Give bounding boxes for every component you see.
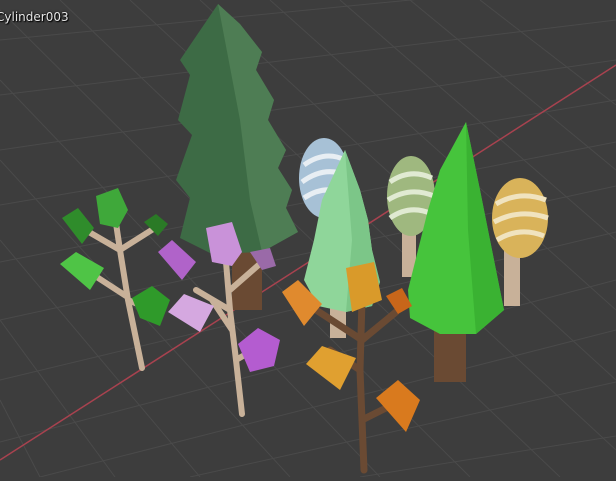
orange-leaf-cube-5 (386, 288, 412, 314)
scene-canvas[interactable] (0, 0, 616, 478)
green-leaf-cube-3 (60, 252, 104, 290)
active-object-label: Cylinder003 (0, 10, 69, 24)
yellow-egg-trunk (504, 250, 520, 306)
orange-leaf-cube-3 (306, 346, 356, 390)
yellow-egg-tree[interactable] (492, 178, 549, 306)
orange-branch-wood (306, 296, 400, 474)
green-leaf-cube-4 (132, 286, 170, 326)
green-leaf-branch-tree[interactable] (60, 188, 170, 371)
orange-leaf-branch-tree[interactable] (282, 262, 420, 474)
green-leaf-cube-1 (96, 188, 128, 228)
green-leaf-cube-2 (62, 208, 94, 244)
purple-leaf-branch-tree[interactable] (158, 222, 280, 417)
3d-viewport[interactable]: Cylinder003 (0, 0, 616, 478)
purple-leaf-cube-2 (158, 240, 196, 280)
